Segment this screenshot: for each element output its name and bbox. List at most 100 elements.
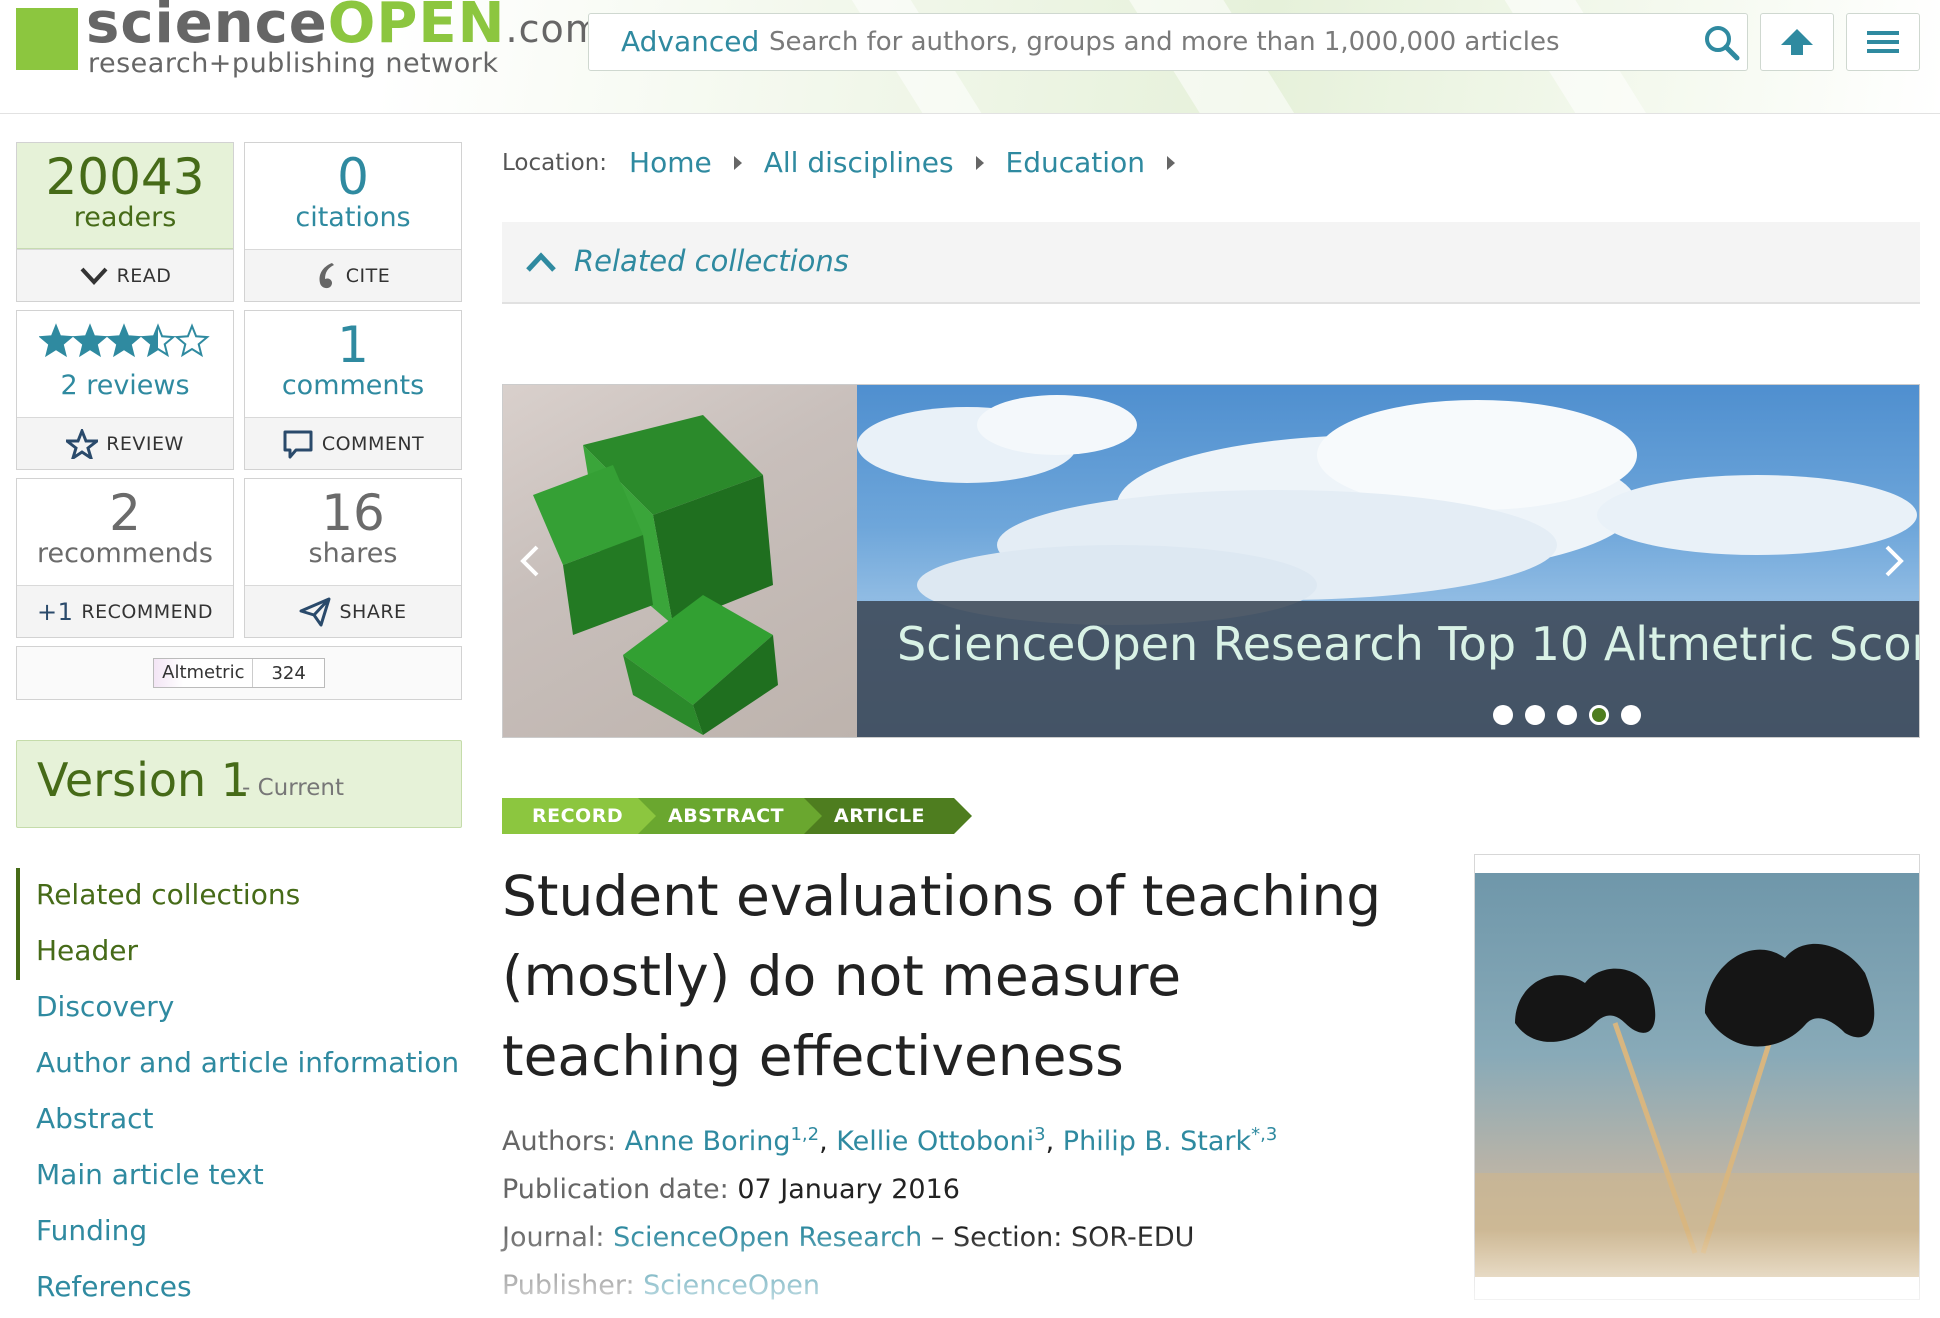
author-link[interactable]: Anne Boring (625, 1126, 791, 1157)
toc-author-info[interactable]: Author and article information (36, 1046, 459, 1079)
citations-stat: 0 citations CITE (244, 142, 462, 302)
share-button[interactable]: SHARE (245, 585, 461, 637)
pubdate-value: 07 January 2016 (737, 1174, 960, 1205)
read-button[interactable]: READ (17, 249, 233, 301)
reviews-stat: 2 reviews REVIEW (16, 310, 234, 470)
review-label: REVIEW (106, 432, 184, 455)
related-collections-panel[interactable]: Related collections (502, 222, 1920, 304)
publisher-link[interactable]: ScienceOpen (643, 1270, 820, 1301)
menu-icon (1867, 31, 1899, 53)
version-status: - Current (242, 775, 344, 801)
comment-button[interactable]: COMMENT (245, 417, 461, 469)
recommend-button[interactable]: +1 RECOMMEND (17, 585, 233, 637)
citations-count: 0 (337, 148, 369, 206)
breadcrumb-home[interactable]: Home (629, 146, 712, 179)
altmetric-badge[interactable]: Altmetric 324 (16, 646, 462, 700)
mustache-illustration (1475, 943, 1919, 1277)
step-abstract[interactable]: ABSTRACT (638, 798, 822, 834)
caret-right-icon (975, 155, 984, 170)
toc-main-text[interactable]: Main article text (36, 1158, 264, 1191)
caret-right-icon (733, 155, 742, 170)
cite-button[interactable]: CITE (245, 249, 461, 301)
author-affiliation[interactable]: 3 (1034, 1124, 1045, 1145)
share-label: SHARE (339, 600, 407, 623)
site-header: scienceOPEN.com research+publishing netw… (0, 0, 1940, 114)
advanced-search-link[interactable]: Advanced (621, 25, 759, 58)
collections-carousel: ScienceOpen Research Top 10 Altmetric Sc… (502, 384, 1920, 738)
search-input[interactable] (769, 20, 1669, 64)
plus-one-icon: +1 (37, 597, 74, 626)
carousel-caption-text: ScienceOpen Research Top 10 Altmetric Sc… (897, 617, 1920, 671)
star-icon (39, 323, 74, 358)
author-affiliation[interactable]: 1,2 (790, 1124, 819, 1145)
readers-stat: 20043 readers READ (16, 142, 234, 302)
shares-count: 16 (321, 484, 385, 542)
comment-label: COMMENT (321, 432, 425, 455)
carousel-caption[interactable]: ScienceOpen Research Top 10 Altmetric Sc… (857, 601, 1920, 737)
step-record[interactable]: RECORD (502, 798, 656, 834)
author-link[interactable]: Philip B. Stark (1063, 1126, 1251, 1157)
author-affiliation[interactable]: *,3 (1251, 1124, 1277, 1145)
cite-label: CITE (345, 264, 391, 287)
search-icon[interactable] (1703, 24, 1741, 62)
shares-stat: 16 shares SHARE (244, 478, 462, 638)
author-link[interactable]: Kellie Ottoboni (836, 1126, 1034, 1157)
chevron-up-icon (526, 252, 556, 272)
green-blocks-image (533, 415, 778, 735)
article-cover-image[interactable] (1474, 854, 1920, 1300)
authors-line: Authors: Anne Boring1,2, Kellie Ottoboni… (502, 1124, 1278, 1157)
comments-count: 1 (337, 316, 369, 374)
step-article[interactable]: ARTICLE (804, 798, 972, 834)
recommends-stat: 2 recommends +1 RECOMMEND (16, 478, 234, 638)
paper-plane-icon (299, 597, 331, 626)
toc-related-collections[interactable]: Related collections (36, 878, 300, 911)
mustache-image (1475, 873, 1919, 1277)
breadcrumb-education[interactable]: Education (1006, 146, 1145, 179)
caret-right-icon (1166, 155, 1175, 170)
toc-funding[interactable]: Funding (36, 1214, 147, 1247)
article-title: Student evaluations of teaching (mostly)… (502, 864, 1382, 1088)
toc-references[interactable]: References (36, 1270, 192, 1303)
toc-header[interactable]: Header (36, 934, 138, 967)
carousel-dot[interactable] (1493, 705, 1513, 725)
altmetric-score: 324 (271, 662, 306, 684)
toc-discovery[interactable]: Discovery (36, 990, 174, 1023)
breadcrumb-all-disciplines[interactable]: All disciplines (764, 146, 954, 179)
journal-link[interactable]: ScienceOpen Research (613, 1222, 922, 1253)
version-box: Version 1 - Current (16, 740, 462, 828)
upload-button[interactable] (1760, 13, 1834, 71)
related-collections-label: Related collections (574, 244, 849, 278)
chevron-down-icon (80, 267, 108, 285)
review-button[interactable]: REVIEW (17, 417, 233, 469)
quote-icon (319, 262, 334, 288)
carousel-dot[interactable] (1557, 705, 1577, 725)
toc-active-indicator (16, 868, 20, 980)
logo-tagline: research+publishing network (88, 48, 499, 79)
carousel-thumbnail (503, 385, 857, 737)
menu-button[interactable] (1846, 13, 1920, 71)
reviews-label[interactable]: 2 reviews (17, 369, 233, 403)
star-rating[interactable] (39, 323, 215, 361)
breadcrumb: Location: Home All disciplines Education (502, 146, 1197, 179)
star-icon (140, 323, 176, 358)
carousel-dot[interactable] (1525, 705, 1545, 725)
speech-bubble-icon (283, 430, 313, 458)
journal-label: Journal: (502, 1222, 605, 1253)
carousel-dot[interactable] (1621, 705, 1641, 725)
carousel-dot-active[interactable] (1589, 705, 1609, 725)
pubdate-label: Publication date: (502, 1174, 729, 1205)
journal-line: Journal: ScienceOpen Research – Section:… (502, 1222, 1194, 1253)
section-text: – Section: SOR-EDU (930, 1222, 1195, 1253)
toc-abstract[interactable]: Abstract (36, 1102, 154, 1135)
recommends-label: recommends (36, 538, 213, 569)
carousel-prev-icon[interactable] (515, 541, 545, 581)
publisher-label: Publisher: (502, 1270, 635, 1301)
logo-mark[interactable] (16, 8, 78, 70)
breadcrumb-label: Location: (502, 149, 608, 176)
authors-label: Authors: (502, 1126, 617, 1157)
read-label: READ (116, 264, 172, 287)
recommend-label: RECOMMEND (81, 600, 213, 623)
star-outline-icon (66, 428, 99, 459)
carousel-next-icon[interactable] (1879, 541, 1909, 581)
star-icon (72, 323, 108, 358)
